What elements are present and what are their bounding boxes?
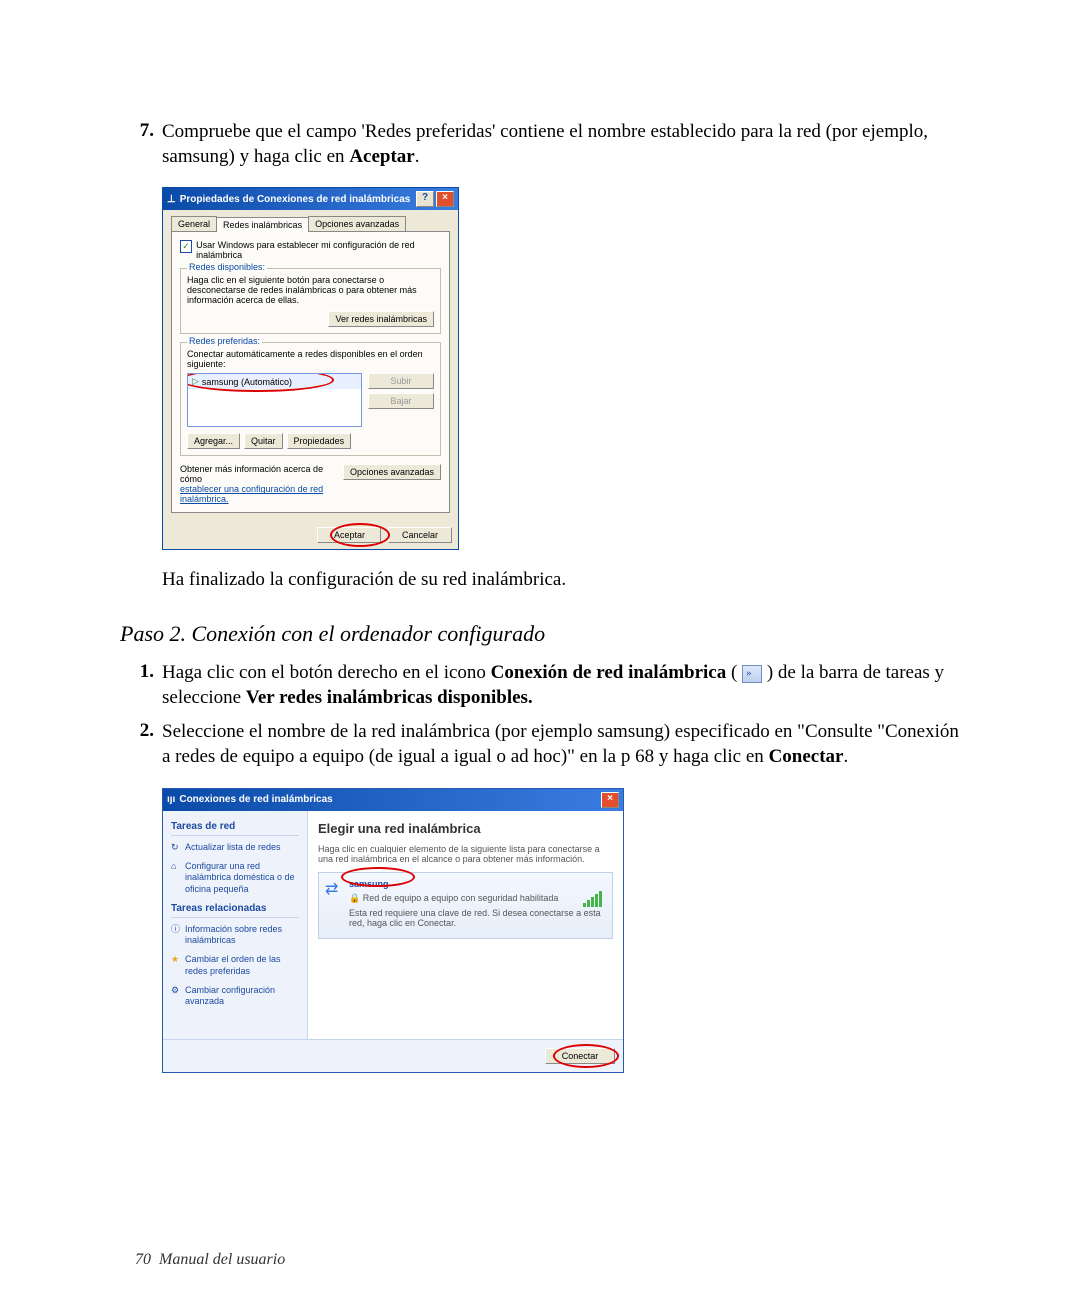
sidebar-setup[interactable]: ⌂Configurar una red inalámbrica doméstic…: [171, 861, 299, 895]
step-7: 7. Compruebe que el campo 'Redes preferi…: [120, 120, 960, 169]
dialog-footer: Aceptar Cancelar: [163, 521, 458, 549]
wifi-icon: ⊥: [167, 194, 176, 205]
advanced-options-button[interactable]: Opciones avanzadas: [343, 464, 441, 480]
dialog-title: Conexiones de red inalámbricas: [179, 794, 332, 805]
section-heading: Paso 2. Conexión con el ordenador config…: [120, 621, 960, 647]
page-content: 7. Compruebe que el campo 'Redes preferi…: [0, 0, 1080, 1073]
text: Compruebe que el campo 'Redes preferidas…: [162, 121, 928, 167]
sidebar-info[interactable]: ⓘInformación sobre redes inalámbricas: [171, 924, 299, 947]
step-2: 2. Seleccione el nombre de la red inalám…: [120, 720, 960, 769]
dialog-titlebar: ⊥ Propiedades de Conexiones de red inalá…: [163, 188, 458, 210]
text-bold: Aceptar: [349, 146, 414, 167]
page-footer: 70 Manual del usuario: [135, 1251, 285, 1269]
text: (: [726, 662, 742, 683]
figure-wireless-dialog: ıȷı Conexiones de red inalámbricas × Tar…: [162, 788, 960, 1073]
text-bold: Ver redes inalámbricas disponibles.: [246, 687, 533, 708]
signal-icon: [583, 891, 602, 907]
manual-label: Manual del usuario: [159, 1251, 285, 1268]
step-1: 1. Haga clic con el botón derecho en el …: [120, 661, 960, 710]
figure-properties-dialog: ⊥ Propiedades de Conexiones de red inalá…: [162, 187, 960, 550]
network-item[interactable]: ⇄ samsung 🔒 Red de equipo a equipo con s…: [318, 872, 613, 939]
list-item[interactable]: ▷ samsung (Automático): [188, 374, 361, 389]
cancel-button[interactable]: Cancelar: [388, 527, 452, 543]
sidebar-heading: Tareas de red: [171, 821, 299, 836]
tab-advanced[interactable]: Opciones avanzadas: [308, 216, 406, 231]
help-button[interactable]: ?: [416, 191, 434, 207]
group-title: Redes preferidas:: [187, 336, 262, 346]
dialog-title: Propiedades de Conexiones de red inalámb…: [180, 194, 411, 205]
network-name: samsung (Automático): [202, 377, 292, 387]
sidebar: Tareas de red ↻Actualizar lista de redes…: [163, 811, 308, 1039]
properties-dialog: ⊥ Propiedades de Conexiones de red inalá…: [162, 187, 459, 550]
tab-general[interactable]: General: [171, 216, 217, 231]
network-name: samsung: [349, 879, 389, 889]
step-text: Haga clic con el botón derecho en el ico…: [162, 661, 960, 710]
page-number: 70: [135, 1251, 151, 1268]
text: Haga clic con el botón derecho en el ico…: [162, 662, 491, 683]
text-bold: Conexión de red inalámbrica: [491, 662, 727, 683]
text: .: [843, 746, 848, 767]
move-up-button[interactable]: Subir: [368, 373, 434, 389]
step-text: Seleccione el nombre de la red inalámbri…: [162, 720, 960, 769]
sidebar-refresh[interactable]: ↻Actualizar lista de redes: [171, 842, 299, 853]
preferred-networks-group: Redes preferidas: Conectar automáticamen…: [180, 342, 441, 456]
step-number: 7.: [120, 120, 154, 169]
dialog-footer: Conectar: [163, 1039, 623, 1072]
more-info-text: Obtener más información acerca de cómo: [180, 464, 337, 484]
close-button[interactable]: ×: [601, 792, 619, 808]
main-panel: Elegir una red inalámbrica Haga clic en …: [308, 811, 623, 1039]
star-icon: ★: [171, 954, 185, 977]
step-number: 2.: [120, 720, 154, 769]
sidebar-advanced[interactable]: ⚙Cambiar configuración avanzada: [171, 985, 299, 1008]
text: Ha finalizado la configuración de su red…: [162, 568, 960, 593]
post-step-text: Ha finalizado la configuración de su red…: [120, 568, 960, 593]
network-type: Red de equipo a equipo con seguridad hab…: [363, 893, 559, 903]
close-button[interactable]: ×: [436, 191, 454, 207]
network-setup-icon: ⌂: [171, 861, 185, 895]
connect-button[interactable]: Conectar: [545, 1048, 615, 1064]
sidebar-heading: Tareas relacionadas: [171, 903, 299, 918]
view-networks-button[interactable]: Ver redes inalámbricas: [328, 311, 434, 327]
dialog-body: General Redes inalámbricas Opciones avan…: [163, 210, 458, 521]
wireless-tray-icon: [742, 665, 762, 683]
main-heading: Elegir una red inalámbrica: [318, 821, 613, 836]
sidebar-order[interactable]: ★Cambiar el orden de las redes preferida…: [171, 954, 299, 977]
use-windows-checkbox[interactable]: ✓: [180, 240, 192, 253]
tab-panel: ✓ Usar Windows para establecer mi config…: [171, 231, 450, 513]
adhoc-icon: ▷: [192, 376, 199, 387]
tab-wireless[interactable]: Redes inalámbricas: [216, 217, 309, 232]
available-networks-group: Redes disponibles: Haga clic en el sigui…: [180, 268, 441, 334]
properties-button[interactable]: Propiedades: [287, 433, 352, 449]
text-bold: Conectar: [769, 746, 844, 767]
gear-icon: ⚙: [171, 985, 185, 1008]
group-title: Redes disponibles:: [187, 262, 267, 272]
refresh-icon: ↻: [171, 842, 185, 853]
move-down-button[interactable]: Bajar: [368, 393, 434, 409]
antenna-icon: ıȷı: [167, 794, 175, 805]
more-info-link[interactable]: establecer una configuración de red inal…: [180, 484, 323, 504]
text: .: [415, 146, 420, 167]
step-number: 1.: [120, 661, 154, 710]
lock-icon: 🔒: [349, 893, 360, 903]
remove-button[interactable]: Quitar: [244, 433, 283, 449]
preferred-list[interactable]: ▷ samsung (Automático): [187, 373, 362, 427]
network-message: Esta red requiere una clave de red. Si d…: [349, 908, 604, 928]
group-desc: Conectar automáticamente a redes disponi…: [187, 349, 434, 369]
wireless-connections-dialog: ıȷı Conexiones de red inalámbricas × Tar…: [162, 788, 624, 1073]
group-desc: Haga clic en el siguiente botón para con…: [187, 275, 434, 305]
ok-button[interactable]: Aceptar: [317, 527, 381, 543]
tab-bar: General Redes inalámbricas Opciones avan…: [171, 216, 450, 231]
step-text: Compruebe que el campo 'Redes preferidas…: [162, 120, 960, 169]
adhoc-icon: ⇄: [325, 879, 338, 899]
dialog-titlebar: ıȷı Conexiones de red inalámbricas ×: [163, 789, 623, 811]
dialog-body: Tareas de red ↻Actualizar lista de redes…: [163, 811, 623, 1039]
use-windows-label: Usar Windows para establecer mi configur…: [196, 240, 441, 260]
add-button[interactable]: Agregar...: [187, 433, 240, 449]
info-icon: ⓘ: [171, 924, 185, 947]
main-subtext: Haga clic en cualquier elemento de la si…: [318, 844, 613, 864]
